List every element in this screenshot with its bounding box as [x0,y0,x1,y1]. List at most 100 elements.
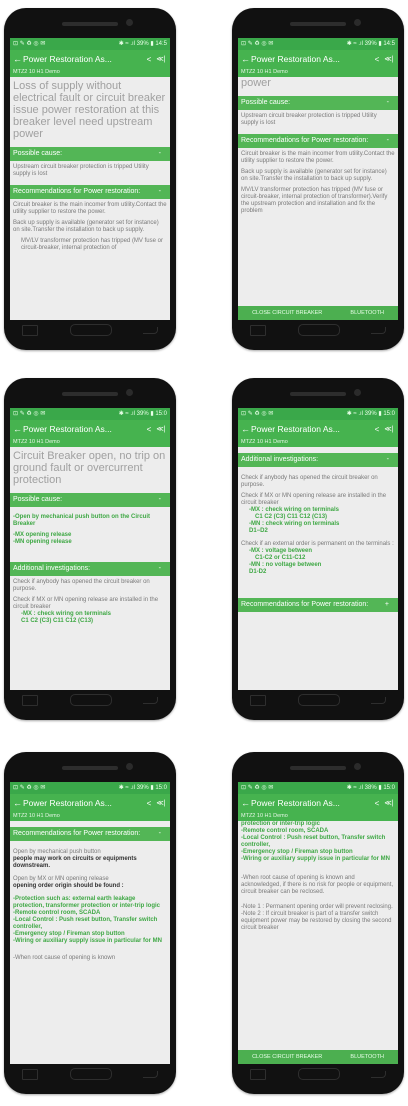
screen: ⊡ ✎ ♻ ◎ ✉ ✱ ≈ .ıl 39% ▮ 15:0 ← Power Rest… [10,782,170,1064]
device-subtitle: MTZ2 10 H1 Demo [10,438,170,447]
app-bar: ← Power Restoration As... < ≪| [238,50,398,68]
back-nav-icon[interactable] [143,697,158,704]
home-button[interactable] [298,694,340,706]
bluetooth-button[interactable]: BLUETOOTH [350,1050,384,1064]
bluetooth-button[interactable]: BLUETOOTH [350,306,384,320]
camera [354,19,361,26]
phone-frame: ⊡ ✎ ♻ ◎ ✉ ✱ ≈ .ıl 39% ▮ 15:0 ← Power Rest… [4,752,176,1094]
phone-frame: ⊡ ✎ ♻ ◎ ✉ ✱ ≈ .ıl 39% ▮ 14:5 ← Power Rest… [4,8,176,350]
recent-apps-icon[interactable] [250,1069,266,1080]
screen: ⊡ ✎ ♻ ◎ ✉ ✱ ≈ .ıl 38% ▮ 15:0 ← Power Rest… [238,782,398,1064]
status-bar: ⊡ ✎ ♻ ◎ ✉ ✱ ≈ .ıl 39% ▮ 15:0 [10,408,170,420]
back-arrow-icon[interactable]: ← [241,54,251,64]
back-nav-icon[interactable] [143,1071,158,1078]
home-button[interactable] [298,1068,340,1080]
recent-apps-icon[interactable] [22,325,38,336]
share-icon[interactable]: < [143,425,155,434]
back-arrow-icon[interactable]: ← [13,54,23,64]
speaker [62,392,118,396]
bluetooth-icon[interactable]: ≪| [383,55,395,63]
camera [126,389,133,396]
recommendations-header[interactable]: Recommendations for Power restoration: - [10,827,170,841]
device-subtitle: MTZ2 10 H1 Demo [238,812,398,821]
home-button[interactable] [70,1068,112,1080]
app-bar: ← Power Restoration As... < ≪| [238,794,398,812]
bluetooth-icon[interactable]: ≪| [383,425,395,433]
app-title: Power Restoration As... [251,54,340,64]
camera [126,763,133,770]
device-subtitle: MTZ2 10 H1 Demo [10,68,170,77]
status-bar: ⊡ ✎ ♻ ◎ ✉ ✱ ≈ .ıl 39% ▮ 14:5 [10,38,170,50]
back-nav-icon[interactable] [371,697,386,704]
back-nav-icon[interactable] [371,327,386,334]
share-icon[interactable]: < [143,55,155,64]
possible-cause-body: Upstream circuit breaker protection is t… [13,164,149,177]
speaker [290,766,346,770]
screen: ⊡ ✎ ♻ ◎ ✉ ✱ ≈ .ıl 39% ▮ 15:0 ← Power Rest… [10,408,170,690]
possible-cause-header[interactable]: Possible cause: - [10,493,170,507]
status-bar: ⊡ ✎ ♻ ◎ ✉ ✱ ≈ .ıl 38% ▮ 15:0 [238,782,398,794]
share-icon[interactable]: < [371,425,383,434]
back-arrow-icon[interactable]: ← [13,424,23,434]
recent-apps-icon[interactable] [22,695,38,706]
home-button[interactable] [298,324,340,336]
device-subtitle: MTZ2 10 H1 Demo [238,68,398,77]
back-nav-icon[interactable] [143,327,158,334]
recommendations-header[interactable]: Recommendations for Power restoration: - [238,134,398,148]
app-title: Power Restoration As... [23,54,112,64]
bluetooth-icon[interactable]: ≪| [155,55,167,63]
app-bar: ← Power Restoration As... < ≪| [10,50,170,68]
recent-apps-icon[interactable] [250,695,266,706]
app-title: Power Restoration As... [251,424,340,434]
home-button[interactable] [70,694,112,706]
app-bar: ← Power Restoration As... < ≪| [238,420,398,438]
share-icon[interactable]: < [371,55,383,64]
camera [354,763,361,770]
screen: ⊡ ✎ ♻ ◎ ✉ ✱ ≈ .ıl 39% ▮ 14:5 ← Power Rest… [10,38,170,320]
close-circuit-breaker-button[interactable]: CLOSE CIRCUIT BREAKER [252,306,322,320]
close-circuit-breaker-button[interactable]: CLOSE CIRCUIT BREAKER [252,1050,322,1064]
speaker [62,22,118,26]
back-arrow-icon[interactable]: ← [13,798,23,808]
app-bar: ← Power Restoration As... < ≪| [10,794,170,812]
bluetooth-icon[interactable]: ≪| [155,425,167,433]
device-subtitle: MTZ2 10 H1 Demo [10,812,170,821]
recommendations-header[interactable]: Recommendations for Power restoration: - [10,185,170,199]
recent-apps-icon[interactable] [250,325,266,336]
recent-apps-icon[interactable] [22,1069,38,1080]
additional-investigations-body: Check if anybody has opened the circuit … [241,475,394,575]
share-icon[interactable]: < [143,799,155,808]
screen: ⊡ ✎ ♻ ◎ ✉ ✱ ≈ .ıl 39% ▮ 15:0 ← Power Rest… [238,408,398,690]
status-bar: ⊡ ✎ ♻ ◎ ✉ ✱ ≈ .ıl 39% ▮ 14:5 [238,38,398,50]
issue-title: Circuit Breaker open, no trip on ground … [13,450,166,486]
camera [126,19,133,26]
possible-cause-header[interactable]: Possible cause: - [238,96,398,110]
recommendations-body: Circuit breaker is the main incomer from… [241,151,395,214]
speaker [62,766,118,770]
status-bar: ⊡ ✎ ♻ ◎ ✉ ✱ ≈ .ıl 39% ▮ 15:0 [238,408,398,420]
app-bar: ← Power Restoration As... < ≪| [10,420,170,438]
additional-investigations-header[interactable]: Additional investigations: - [10,562,170,576]
bluetooth-icon[interactable]: ≪| [383,799,395,807]
additional-investigations-header[interactable]: Additional investigations: - [238,453,398,467]
recommendations-header[interactable]: Recommendations for Power restoration: + [238,598,398,612]
screen: ⊡ ✎ ♻ ◎ ✉ ✱ ≈ .ıl 39% ▮ 14:5 ← Power Rest… [238,38,398,320]
possible-cause-header[interactable]: Possible cause: - [10,147,170,161]
back-arrow-icon[interactable]: ← [241,798,251,808]
back-arrow-icon[interactable]: ← [241,424,251,434]
app-title: Power Restoration As... [23,424,112,434]
home-button[interactable] [70,324,112,336]
issue-title: power [241,77,271,89]
recommendations-body: Open by mechanical push button people ma… [13,849,162,961]
phone-frame: ⊡ ✎ ♻ ◎ ✉ ✱ ≈ .ıl 39% ▮ 14:5 ← Power Rest… [232,8,404,350]
recommendations-body: protection or inter-trip logic -Remote c… [241,821,394,931]
share-icon[interactable]: < [371,799,383,808]
back-nav-icon[interactable] [371,1071,386,1078]
additional-investigations-body: Check if anybody has opened the circuit … [13,579,159,624]
status-icons: ⊡ ✎ ♻ ◎ ✉ [13,41,46,47]
status-right: ✱ ≈ .ıl 39% ▮ 14:5 [118,41,167,47]
camera [354,389,361,396]
status-bar: ⊡ ✎ ♻ ◎ ✉ ✱ ≈ .ıl 39% ▮ 15:0 [10,782,170,794]
bluetooth-icon[interactable]: ≪| [155,799,167,807]
bottom-bar: CLOSE CIRCUIT BREAKER BLUETOOTH [238,1050,398,1064]
